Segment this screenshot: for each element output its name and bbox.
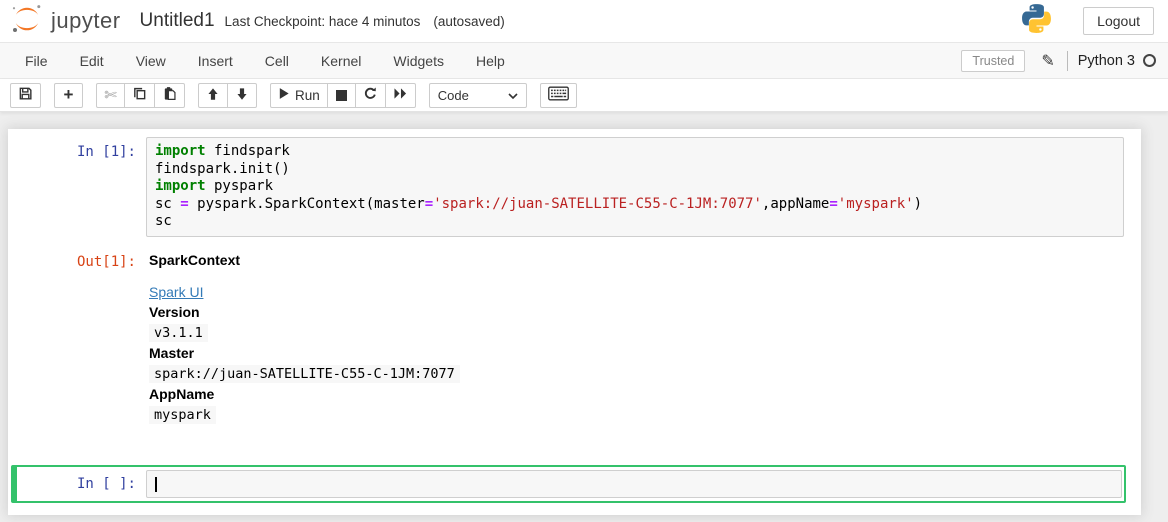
add-cell-button[interactable]: +	[54, 83, 83, 108]
code-token: =	[180, 196, 188, 212]
jupyter-logo-text: jupyter	[51, 8, 121, 34]
output-area: Out[1]: SparkContext Spark UI Version v3…	[11, 249, 1126, 427]
run-button[interactable]: Run	[270, 83, 328, 108]
code-token: sc	[155, 213, 172, 229]
jupyter-logo-icon	[10, 2, 44, 41]
copy-button[interactable]	[124, 83, 155, 108]
code-line: sc = pyspark.SparkContext(master='spark:…	[155, 196, 1115, 214]
cut-button[interactable]: ✄	[96, 83, 125, 108]
empty-code-editor[interactable]	[146, 470, 1122, 498]
code-token: ,appName	[762, 196, 829, 212]
divider	[1067, 51, 1068, 71]
menu-kernel[interactable]: Kernel	[305, 44, 377, 78]
code-token: findspark	[206, 143, 290, 159]
menu-help[interactable]: Help	[460, 44, 521, 78]
output-prompt: Out[1]:	[13, 251, 146, 425]
field-label: Master	[149, 343, 460, 363]
code-token: pyspark.SparkContext(master	[189, 196, 425, 212]
field-value: spark://juan-SATELLITE-C55-C-1JM:7077	[149, 363, 460, 384]
restart-run-all-button[interactable]	[385, 83, 416, 108]
jupyter-notebook-app: jupyter Untitled1 Last Checkpoint: hace …	[0, 0, 1168, 522]
play-icon	[278, 87, 290, 103]
code-token: pyspark	[206, 178, 273, 194]
menu-file[interactable]: File	[9, 44, 64, 78]
code-token: 'spark://juan-SATELLITE-C55-C-1JM:7077'	[433, 196, 762, 212]
sparkcontext-title: SparkContext	[149, 252, 460, 268]
code-token: import	[155, 178, 206, 194]
text-cursor	[155, 477, 157, 492]
save-button[interactable]	[10, 83, 41, 108]
cell-type-value: Code	[438, 88, 469, 103]
run-label: Run	[295, 88, 320, 103]
code-token: )	[914, 196, 922, 212]
empty-cell-selected[interactable]: In [ ]:	[11, 465, 1126, 503]
code-token: =	[425, 196, 433, 212]
jupyter-logo[interactable]: jupyter	[10, 2, 121, 41]
pencil-icon[interactable]: ✎	[1037, 49, 1058, 73]
code-line: sc	[155, 213, 1115, 231]
chevron-down-icon	[508, 88, 518, 103]
field-value: myspark	[149, 404, 460, 425]
menu-cell[interactable]: Cell	[249, 44, 305, 78]
code-editor[interactable]: import findsparkfindspark.init()import p…	[146, 137, 1124, 237]
restart-kernel-button[interactable]	[355, 83, 386, 108]
code-token: =	[829, 196, 837, 212]
paste-button[interactable]	[154, 83, 185, 108]
checkpoint-status: Last Checkpoint: hace 4 minutos	[225, 14, 421, 29]
code-token: sc	[155, 196, 180, 212]
kernel-name: Python 3	[1078, 53, 1135, 69]
code-token: findspark.init()	[155, 161, 290, 177]
arrow-up-icon	[206, 87, 220, 104]
menubar-right: Trusted ✎ Python 3	[961, 49, 1156, 73]
move-cell-up-button[interactable]	[198, 83, 228, 108]
menu-edit[interactable]: Edit	[64, 44, 120, 78]
keyboard-icon	[548, 86, 569, 104]
code-line: findspark.init()	[155, 161, 1115, 179]
notebook-container: In [1]: import findsparkfindspark.init()…	[8, 129, 1141, 515]
field-label: Version	[149, 302, 460, 322]
toolbar: + ✄	[0, 79, 1168, 112]
fast-forward-icon	[393, 87, 408, 103]
logout-button[interactable]: Logout	[1083, 7, 1154, 35]
copy-icon	[132, 86, 147, 104]
kernel-idle-icon	[1143, 54, 1156, 67]
menu-insert[interactable]: Insert	[182, 44, 249, 78]
output-content: SparkContext Spark UI Version v3.1.1 Mas…	[146, 251, 460, 425]
menu-widgets[interactable]: Widgets	[377, 44, 460, 78]
field-label: AppName	[149, 384, 460, 404]
stop-icon	[336, 90, 347, 101]
command-palette-button[interactable]	[540, 83, 577, 108]
python-logo-icon	[1020, 2, 1053, 40]
code-token: 'myspark'	[838, 196, 914, 212]
plus-icon: +	[64, 85, 74, 105]
code-line: import findspark	[155, 143, 1115, 161]
spark-ui-link[interactable]: Spark UI	[149, 284, 203, 300]
code-token: import	[155, 143, 206, 159]
input-prompt: In [ ]:	[19, 470, 146, 498]
menu-view[interactable]: View	[120, 44, 182, 78]
code-cell: In [1]: import findsparkfindspark.init()…	[11, 135, 1126, 239]
scissors-icon: ✄	[104, 86, 117, 104]
move-cell-down-button[interactable]	[227, 83, 257, 108]
field-value: v3.1.1	[149, 322, 460, 343]
notebook-site: In [1]: import findsparkfindspark.init()…	[0, 112, 1168, 522]
header-right: Logout	[1020, 2, 1154, 40]
arrow-down-icon	[235, 87, 249, 104]
interrupt-kernel-button[interactable]	[327, 83, 356, 108]
save-icon	[18, 86, 33, 104]
menubar: File Edit View Insert Cell Kernel Widget…	[0, 43, 1168, 79]
trusted-badge[interactable]: Trusted	[961, 50, 1025, 72]
paste-icon	[162, 86, 177, 104]
autosave-status: (autosaved)	[433, 14, 504, 29]
cell-type-select[interactable]: Code	[429, 83, 527, 108]
code-line: import pyspark	[155, 178, 1115, 196]
input-prompt: In [1]:	[13, 137, 146, 237]
header: jupyter Untitled1 Last Checkpoint: hace …	[0, 0, 1168, 43]
restart-icon	[363, 86, 378, 104]
notebook-title[interactable]: Untitled1	[140, 10, 215, 32]
